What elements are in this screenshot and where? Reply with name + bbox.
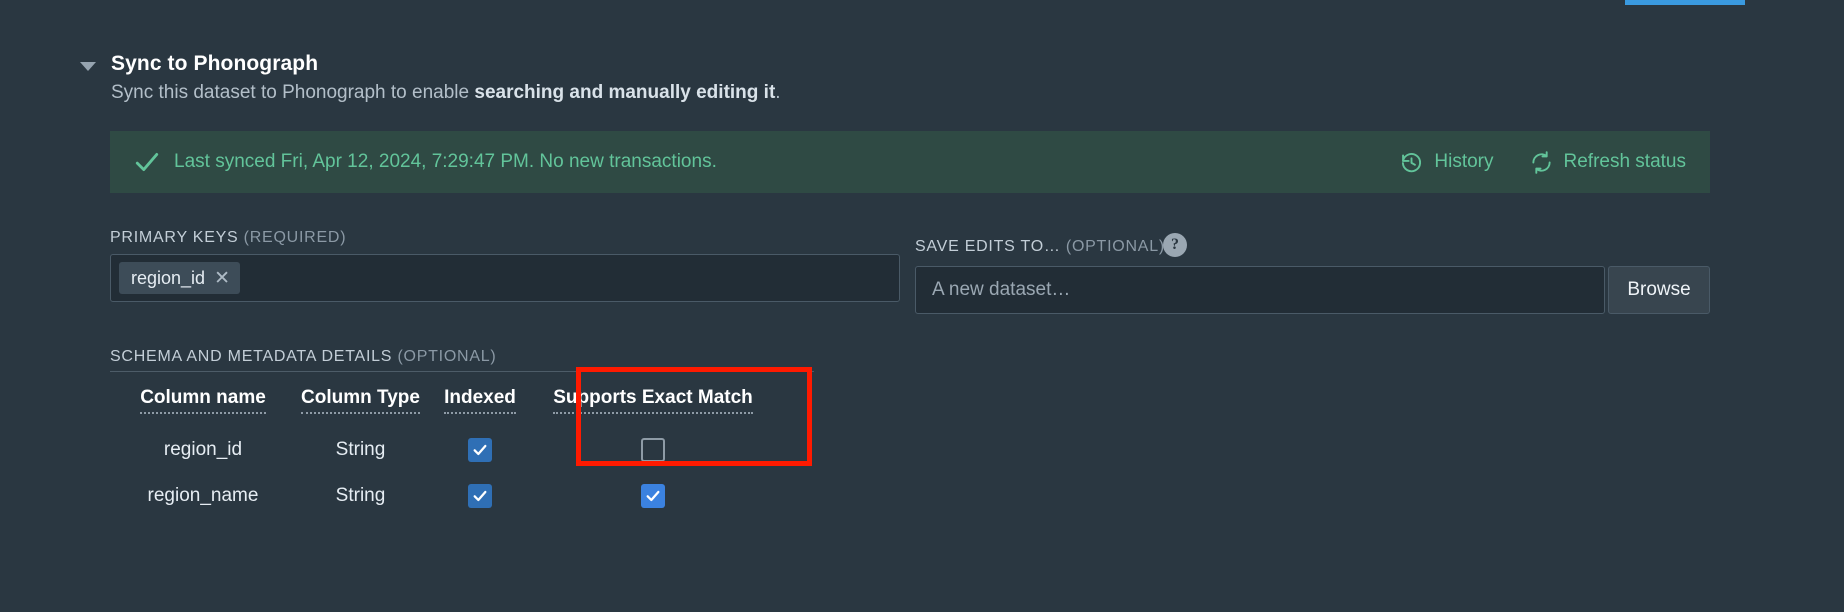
sync-status-text: Last synced Fri, Apr 12, 2024, 7:29:47 P… <box>174 151 717 172</box>
refresh-status-button[interactable]: Refresh status <box>1530 150 1687 174</box>
primary-keys-label-text: PRIMARY KEYS <box>110 229 239 246</box>
section-description-prefix: Sync this dataset to Phonograph to enabl… <box>111 82 475 103</box>
table-body: region_id String region_name String <box>110 427 771 519</box>
section-description-suffix: . <box>775 82 781 103</box>
schema-divider <box>110 371 814 372</box>
history-button[interactable]: History <box>1400 151 1494 174</box>
table-header-row: Column name Column Type Indexed Supports… <box>110 380 771 427</box>
page-title: Sync to Phonograph <box>111 52 319 75</box>
refresh-icon <box>1531 150 1551 174</box>
check-icon <box>473 490 487 502</box>
sync-status-banner: Last synced Fri, Apr 12, 2024, 7:29:47 P… <box>110 131 1710 193</box>
primary-keys-input[interactable]: region_id ✕ <box>110 254 900 302</box>
browse-button[interactable]: Browse <box>1608 266 1710 314</box>
active-tab-indicator <box>1625 0 1745 5</box>
banner-actions: History Refresh status <box>1400 150 1710 174</box>
close-icon[interactable]: ✕ <box>214 269 230 288</box>
cell-column-name: region_name <box>147 485 259 506</box>
refresh-status-label: Refresh status <box>1563 151 1687 172</box>
cell-column-name: region_id <box>163 439 243 460</box>
indexed-checkbox[interactable] <box>468 484 492 508</box>
cell-indexed <box>425 484 535 508</box>
indexed-checkbox[interactable] <box>468 438 492 462</box>
column-header-label: Indexed <box>444 387 516 414</box>
save-edits-input[interactable] <box>915 266 1605 314</box>
schema-details-label: SCHEMA AND METADATA DETAILS (OPTIONAL) <box>110 348 497 366</box>
check-icon <box>646 490 660 502</box>
cell-indexed <box>425 438 535 462</box>
history-icon <box>1402 152 1422 172</box>
check-icon <box>135 153 159 171</box>
supports-exact-match-checkbox[interactable] <box>641 438 665 462</box>
section-description-emphasis: searching and manually editing it <box>474 82 776 103</box>
schema-table: Column name Column Type Indexed Supports… <box>110 380 771 519</box>
history-label: History <box>1434 151 1494 172</box>
column-header-supports-exact-match[interactable]: Supports Exact Match <box>535 387 771 420</box>
primary-keys-requirement: (REQUIRED) <box>243 229 347 246</box>
banner-message-group: Last synced Fri, Apr 12, 2024, 7:29:47 P… <box>110 149 1400 175</box>
caret-down-icon[interactable] <box>80 62 96 71</box>
table-row: region_id String <box>110 427 771 473</box>
primary-keys-label: PRIMARY KEYS (REQUIRED) <box>110 229 346 247</box>
column-header-indexed[interactable]: Indexed <box>425 387 535 420</box>
save-edits-requirement: (OPTIONAL) <box>1065 238 1165 255</box>
supports-exact-match-checkbox[interactable] <box>641 484 665 508</box>
section-description: Sync this dataset to Phonograph to enabl… <box>111 82 781 104</box>
primary-key-chip-label: region_id <box>131 267 206 288</box>
check-icon <box>473 444 487 456</box>
cell-supports-exact-match <box>535 484 771 508</box>
cell-supports-exact-match <box>535 438 771 462</box>
column-header-column-type[interactable]: Column Type <box>296 387 425 420</box>
cell-column-type: String <box>335 485 386 506</box>
schema-details-label-text: SCHEMA AND METADATA DETAILS <box>110 348 393 365</box>
save-edits-label-text: SAVE EDITS TO… <box>915 238 1061 255</box>
schema-details-requirement: (OPTIONAL) <box>397 348 497 365</box>
table-row: region_name String <box>110 473 771 519</box>
column-header-column-name[interactable]: Column name <box>110 387 296 420</box>
help-icon[interactable]: ? <box>1163 233 1187 257</box>
save-edits-label: SAVE EDITS TO… (OPTIONAL) <box>915 238 1165 256</box>
sync-to-phonograph-panel: Sync to Phonograph Sync this dataset to … <box>0 0 1844 612</box>
primary-key-chip[interactable]: region_id ✕ <box>119 262 240 294</box>
column-header-label: Column name <box>140 387 266 414</box>
column-header-label: Column Type <box>301 387 420 414</box>
cell-column-type: String <box>335 439 386 460</box>
column-header-label: Supports Exact Match <box>553 387 753 414</box>
